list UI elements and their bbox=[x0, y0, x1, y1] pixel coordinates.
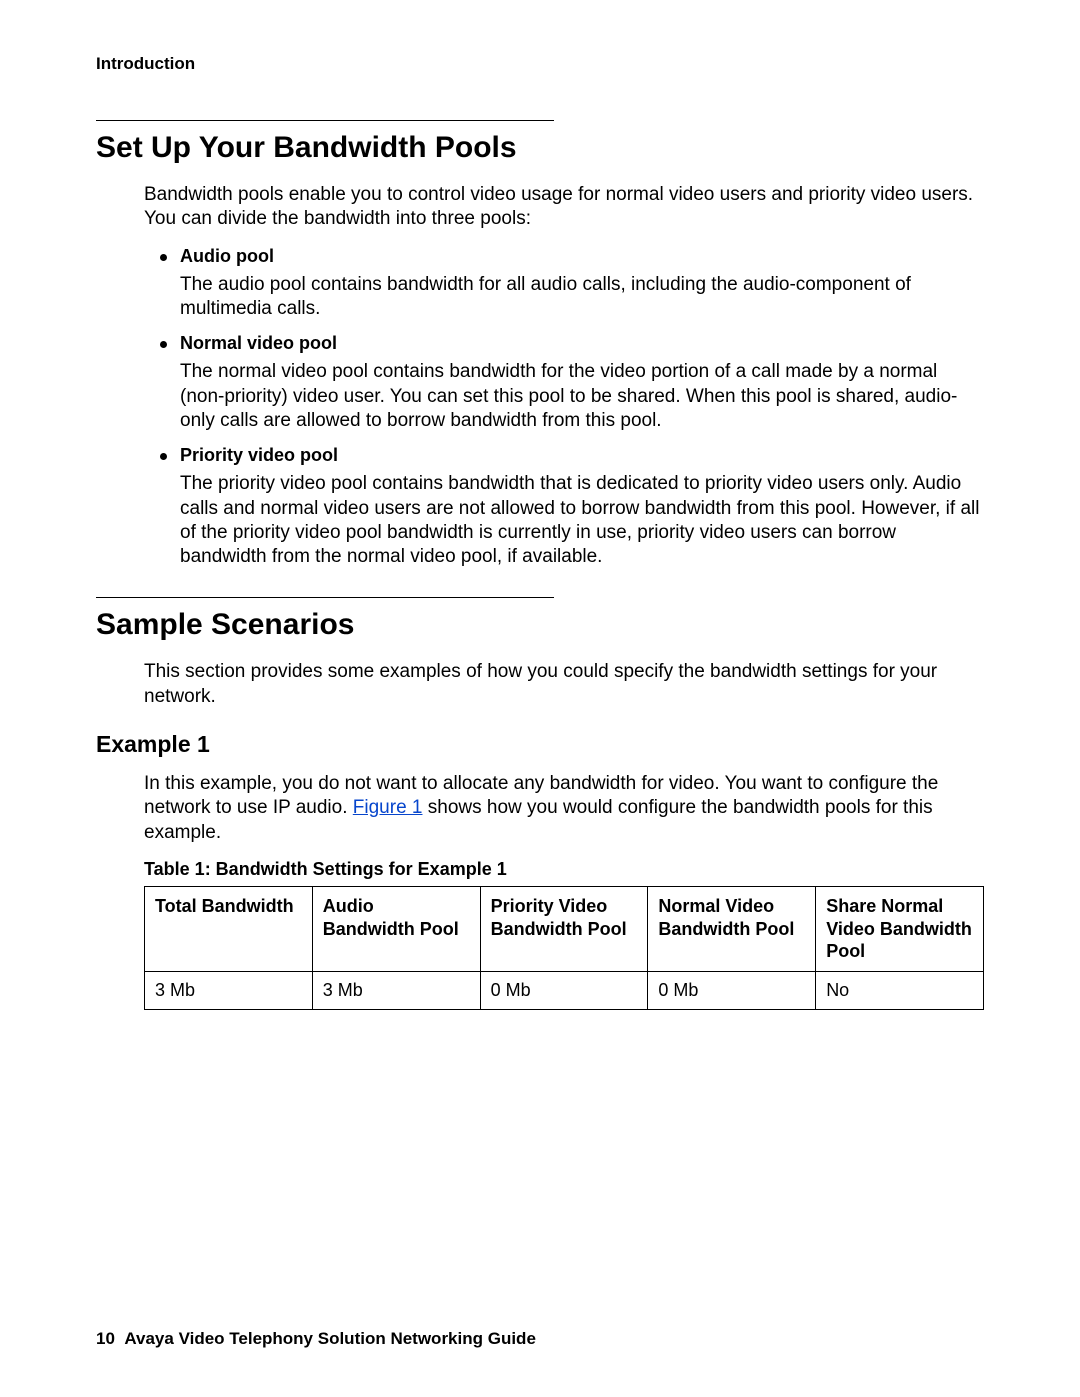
scenarios-intro: This section provides some examples of h… bbox=[144, 660, 984, 709]
td-priority-video-pool: 0 Mb bbox=[480, 971, 648, 1009]
doc-title: Avaya Video Telephony Solution Networkin… bbox=[124, 1329, 536, 1348]
section-rule bbox=[96, 597, 554, 598]
section-title-scenarios: Sample Scenarios bbox=[96, 608, 984, 642]
pool-name: Priority video pool bbox=[180, 445, 984, 466]
pool-name: Audio pool bbox=[180, 246, 984, 267]
pool-item-audio: Audio pool The audio pool contains bandw… bbox=[144, 246, 984, 322]
pool-desc: The priority video pool contains bandwid… bbox=[180, 472, 984, 569]
example1-intro: In this example, you do not want to allo… bbox=[144, 772, 984, 845]
th-normal-video-pool: Normal Video Bandwidth Pool bbox=[648, 887, 816, 972]
pool-name: Normal video pool bbox=[180, 333, 984, 354]
th-total-bandwidth: Total Bandwidth bbox=[145, 887, 313, 972]
pool-desc: The normal video pool contains bandwidth… bbox=[180, 360, 984, 433]
section-bandwidth-body: Bandwidth pools enable you to control vi… bbox=[144, 183, 984, 569]
td-normal-video-pool: 0 Mb bbox=[648, 971, 816, 1009]
example1-body: In this example, you do not want to allo… bbox=[144, 772, 984, 1009]
pool-item-normal-video: Normal video pool The normal video pool … bbox=[144, 333, 984, 433]
section-scenarios-body: This section provides some examples of h… bbox=[144, 660, 984, 709]
td-total-bandwidth: 3 Mb bbox=[145, 971, 313, 1009]
pool-list: Audio pool The audio pool contains bandw… bbox=[144, 246, 984, 570]
page: Introduction Set Up Your Bandwidth Pools… bbox=[0, 0, 1080, 1397]
running-head: Introduction bbox=[96, 54, 984, 74]
example1-heading: Example 1 bbox=[96, 731, 984, 758]
td-share-normal-pool: No bbox=[816, 971, 984, 1009]
page-footer: 10 Avaya Video Telephony Solution Networ… bbox=[96, 1329, 536, 1349]
pool-item-priority-video: Priority video pool The priority video p… bbox=[144, 445, 984, 569]
th-audio-pool: Audio Bandwidth Pool bbox=[312, 887, 480, 972]
table-row: 3 Mb 3 Mb 0 Mb 0 Mb No bbox=[145, 971, 984, 1009]
figure-1-link[interactable]: Figure 1 bbox=[353, 797, 423, 818]
bandwidth-table: Total Bandwidth Audio Bandwidth Pool Pri… bbox=[144, 886, 984, 1010]
section-rule bbox=[96, 120, 554, 121]
table-header-row: Total Bandwidth Audio Bandwidth Pool Pri… bbox=[145, 887, 984, 972]
th-share-normal-pool: Share Normal Video Bandwidth Pool bbox=[816, 887, 984, 972]
td-audio-pool: 3 Mb bbox=[312, 971, 480, 1009]
pool-desc: The audio pool contains bandwidth for al… bbox=[180, 273, 984, 322]
section-title-bandwidth: Set Up Your Bandwidth Pools bbox=[96, 131, 984, 165]
table-1-caption: Table 1: Bandwidth Settings for Example … bbox=[144, 859, 984, 880]
bandwidth-intro: Bandwidth pools enable you to control vi… bbox=[144, 183, 984, 232]
th-priority-video-pool: Priority Video Bandwidth Pool bbox=[480, 887, 648, 972]
page-number: 10 bbox=[96, 1329, 115, 1348]
